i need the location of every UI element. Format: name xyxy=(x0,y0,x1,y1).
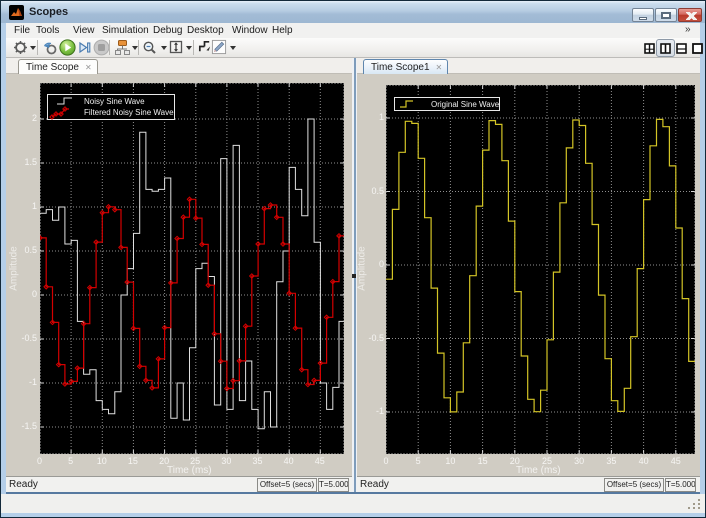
svg-text:Noisy Sine Wave: Noisy Sine Wave xyxy=(84,97,145,106)
svg-text:Original Sine Wave: Original Sine Wave xyxy=(431,100,500,109)
svg-text:Filtered Noisy Sine Wave: Filtered Noisy Sine Wave xyxy=(84,108,174,117)
